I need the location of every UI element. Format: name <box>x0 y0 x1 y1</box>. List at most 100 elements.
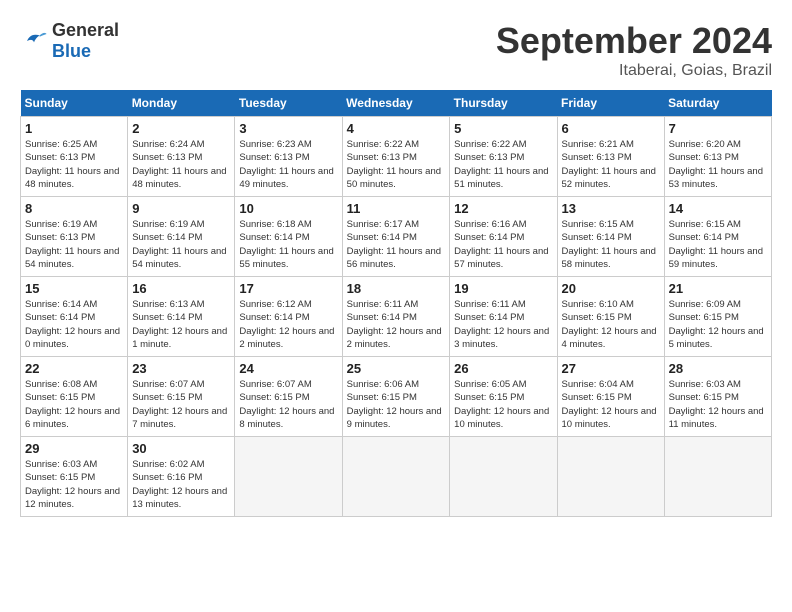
location-title: Itaberai, Goias, Brazil <box>496 62 772 80</box>
day-info: Sunrise: 6:03 AMSunset: 6:15 PMDaylight:… <box>669 378 767 431</box>
day-info: Sunrise: 6:23 AMSunset: 6:13 PMDaylight:… <box>239 138 337 191</box>
day-number: 1 <box>25 121 123 136</box>
logo: General Blue <box>20 20 119 62</box>
col-wednesday: Wednesday <box>342 90 450 117</box>
day-info: Sunrise: 6:13 AMSunset: 6:14 PMDaylight:… <box>132 298 230 351</box>
day-cell-16: 16 Sunrise: 6:13 AMSunset: 6:14 PMDaylig… <box>128 277 235 357</box>
day-number: 18 <box>347 281 446 296</box>
day-cell-21: 21 Sunrise: 6:09 AMSunset: 6:15 PMDaylig… <box>664 277 771 357</box>
day-cell-30: 30 Sunrise: 6:02 AMSunset: 6:16 PMDaylig… <box>128 437 235 517</box>
col-tuesday: Tuesday <box>235 90 342 117</box>
day-cell-12: 12 Sunrise: 6:16 AMSunset: 6:14 PMDaylig… <box>450 197 557 277</box>
day-cell-19: 19 Sunrise: 6:11 AMSunset: 6:14 PMDaylig… <box>450 277 557 357</box>
day-cell-27: 27 Sunrise: 6:04 AMSunset: 6:15 PMDaylig… <box>557 357 664 437</box>
day-number: 22 <box>25 361 123 376</box>
day-number: 11 <box>347 201 446 216</box>
day-number: 24 <box>239 361 337 376</box>
page-header: General Blue September 2024 Itaberai, Go… <box>20 20 772 80</box>
col-monday: Monday <box>128 90 235 117</box>
day-cell-6: 6 Sunrise: 6:21 AMSunset: 6:13 PMDayligh… <box>557 117 664 197</box>
day-info: Sunrise: 6:09 AMSunset: 6:15 PMDaylight:… <box>669 298 767 351</box>
logo-blue-text: Blue <box>52 41 91 61</box>
day-number: 15 <box>25 281 123 296</box>
day-cell-2: 2 Sunrise: 6:24 AMSunset: 6:13 PMDayligh… <box>128 117 235 197</box>
day-cell-15: 15 Sunrise: 6:14 AMSunset: 6:14 PMDaylig… <box>21 277 128 357</box>
day-cell-25: 25 Sunrise: 6:06 AMSunset: 6:15 PMDaylig… <box>342 357 450 437</box>
day-info: Sunrise: 6:15 AMSunset: 6:14 PMDaylight:… <box>669 218 767 271</box>
day-number: 21 <box>669 281 767 296</box>
day-number: 16 <box>132 281 230 296</box>
day-number: 14 <box>669 201 767 216</box>
day-number: 23 <box>132 361 230 376</box>
day-info: Sunrise: 6:22 AMSunset: 6:13 PMDaylight:… <box>454 138 552 191</box>
day-cell-5: 5 Sunrise: 6:22 AMSunset: 6:13 PMDayligh… <box>450 117 557 197</box>
day-info: Sunrise: 6:10 AMSunset: 6:15 PMDaylight:… <box>562 298 660 351</box>
day-number: 20 <box>562 281 660 296</box>
day-cell-26: 26 Sunrise: 6:05 AMSunset: 6:15 PMDaylig… <box>450 357 557 437</box>
month-title: September 2024 <box>496 20 772 62</box>
day-cell-28: 28 Sunrise: 6:03 AMSunset: 6:15 PMDaylig… <box>664 357 771 437</box>
col-friday: Friday <box>557 90 664 117</box>
empty-cell <box>450 437 557 517</box>
day-info: Sunrise: 6:22 AMSunset: 6:13 PMDaylight:… <box>347 138 446 191</box>
day-number: 8 <box>25 201 123 216</box>
day-info: Sunrise: 6:24 AMSunset: 6:13 PMDaylight:… <box>132 138 230 191</box>
logo-bird-icon <box>20 27 48 55</box>
day-cell-4: 4 Sunrise: 6:22 AMSunset: 6:13 PMDayligh… <box>342 117 450 197</box>
day-number: 6 <box>562 121 660 136</box>
day-info: Sunrise: 6:04 AMSunset: 6:15 PMDaylight:… <box>562 378 660 431</box>
day-number: 25 <box>347 361 446 376</box>
day-cell-23: 23 Sunrise: 6:07 AMSunset: 6:15 PMDaylig… <box>128 357 235 437</box>
day-number: 26 <box>454 361 552 376</box>
day-cell-17: 17 Sunrise: 6:12 AMSunset: 6:14 PMDaylig… <box>235 277 342 357</box>
day-number: 4 <box>347 121 446 136</box>
day-info: Sunrise: 6:21 AMSunset: 6:13 PMDaylight:… <box>562 138 660 191</box>
day-info: Sunrise: 6:25 AMSunset: 6:13 PMDaylight:… <box>25 138 123 191</box>
empty-cell <box>342 437 450 517</box>
day-info: Sunrise: 6:03 AMSunset: 6:15 PMDaylight:… <box>25 458 123 511</box>
day-number: 2 <box>132 121 230 136</box>
day-number: 17 <box>239 281 337 296</box>
day-cell-24: 24 Sunrise: 6:07 AMSunset: 6:15 PMDaylig… <box>235 357 342 437</box>
day-cell-8: 8 Sunrise: 6:19 AMSunset: 6:13 PMDayligh… <box>21 197 128 277</box>
day-info: Sunrise: 6:18 AMSunset: 6:14 PMDaylight:… <box>239 218 337 271</box>
day-info: Sunrise: 6:06 AMSunset: 6:15 PMDaylight:… <box>347 378 446 431</box>
day-number: 10 <box>239 201 337 216</box>
day-cell-18: 18 Sunrise: 6:11 AMSunset: 6:14 PMDaylig… <box>342 277 450 357</box>
empty-cell <box>557 437 664 517</box>
day-info: Sunrise: 6:08 AMSunset: 6:15 PMDaylight:… <box>25 378 123 431</box>
day-info: Sunrise: 6:02 AMSunset: 6:16 PMDaylight:… <box>132 458 230 511</box>
col-sunday: Sunday <box>21 90 128 117</box>
empty-cell <box>235 437 342 517</box>
day-cell-3: 3 Sunrise: 6:23 AMSunset: 6:13 PMDayligh… <box>235 117 342 197</box>
day-info: Sunrise: 6:12 AMSunset: 6:14 PMDaylight:… <box>239 298 337 351</box>
day-info: Sunrise: 6:19 AMSunset: 6:13 PMDaylight:… <box>25 218 123 271</box>
day-info: Sunrise: 6:11 AMSunset: 6:14 PMDaylight:… <box>454 298 552 351</box>
day-info: Sunrise: 6:16 AMSunset: 6:14 PMDaylight:… <box>454 218 552 271</box>
day-info: Sunrise: 6:11 AMSunset: 6:14 PMDaylight:… <box>347 298 446 351</box>
day-cell-9: 9 Sunrise: 6:19 AMSunset: 6:14 PMDayligh… <box>128 197 235 277</box>
empty-cell <box>664 437 771 517</box>
day-cell-14: 14 Sunrise: 6:15 AMSunset: 6:14 PMDaylig… <box>664 197 771 277</box>
day-info: Sunrise: 6:20 AMSunset: 6:13 PMDaylight:… <box>669 138 767 191</box>
day-number: 12 <box>454 201 552 216</box>
day-cell-10: 10 Sunrise: 6:18 AMSunset: 6:14 PMDaylig… <box>235 197 342 277</box>
day-cell-13: 13 Sunrise: 6:15 AMSunset: 6:14 PMDaylig… <box>557 197 664 277</box>
day-info: Sunrise: 6:15 AMSunset: 6:14 PMDaylight:… <box>562 218 660 271</box>
day-number: 29 <box>25 441 123 456</box>
day-number: 13 <box>562 201 660 216</box>
day-number: 28 <box>669 361 767 376</box>
day-info: Sunrise: 6:17 AMSunset: 6:14 PMDaylight:… <box>347 218 446 271</box>
day-cell-22: 22 Sunrise: 6:08 AMSunset: 6:15 PMDaylig… <box>21 357 128 437</box>
day-number: 30 <box>132 441 230 456</box>
day-cell-29: 29 Sunrise: 6:03 AMSunset: 6:15 PMDaylig… <box>21 437 128 517</box>
day-cell-11: 11 Sunrise: 6:17 AMSunset: 6:14 PMDaylig… <box>342 197 450 277</box>
calendar-table: Sunday Monday Tuesday Wednesday Thursday… <box>20 90 772 517</box>
day-number: 7 <box>669 121 767 136</box>
day-number: 9 <box>132 201 230 216</box>
day-number: 19 <box>454 281 552 296</box>
day-cell-20: 20 Sunrise: 6:10 AMSunset: 6:15 PMDaylig… <box>557 277 664 357</box>
col-saturday: Saturday <box>664 90 771 117</box>
day-cell-1: 1 Sunrise: 6:25 AMSunset: 6:13 PMDayligh… <box>21 117 128 197</box>
col-thursday: Thursday <box>450 90 557 117</box>
